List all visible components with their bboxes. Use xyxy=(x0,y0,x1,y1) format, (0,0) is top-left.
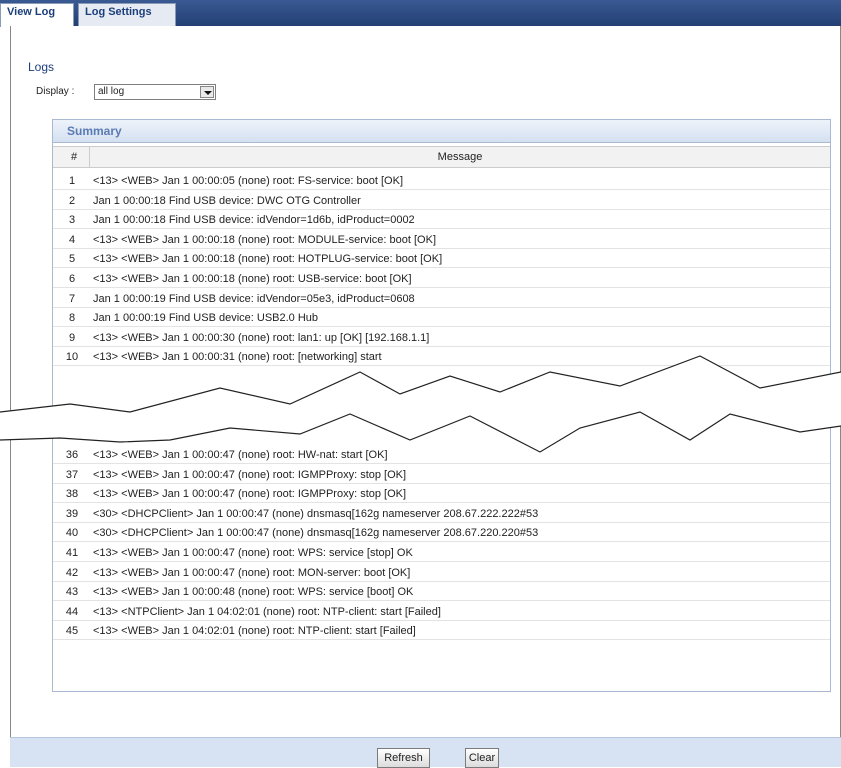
column-header-message: Message xyxy=(89,147,830,167)
row-number: 6 xyxy=(68,273,76,285)
table-row: 10 <13> <WEB> Jan 1 00:00:31 (none) root:… xyxy=(53,348,830,367)
row-message: <13> <WEB> Jan 1 00:00:47 (none) root: W… xyxy=(93,547,413,559)
row-number: 42 xyxy=(65,566,79,579)
row-number: 7 xyxy=(68,292,76,305)
table-row: 8 Jan 1 00:00:19 Find USB device: USB2.0 … xyxy=(53,309,830,328)
row-number: 43 xyxy=(65,586,79,599)
row-message: Jan 1 00:00:19 Find USB device: idVendor… xyxy=(93,292,415,305)
table-row: 7 Jan 1 00:00:19 Find USB device: idVendo… xyxy=(53,290,830,308)
column-header-number: # xyxy=(70,151,78,163)
table-row: 44 <13> <NTPClient> Jan 1 04:02:01 (none)… xyxy=(53,603,830,621)
row-number: 40 xyxy=(65,527,79,540)
row-message: <13> <WEB> Jan 1 00:00:18 (none) root: M… xyxy=(93,233,437,246)
row-message: <30> <DHCPClient> Jan 1 00:00:47 (none) … xyxy=(93,527,539,540)
row-message: <13> <WEB> Jan 1 00:00:18 (none) root: H… xyxy=(93,253,443,266)
row-message: Jan 1 00:00:19 Find USB device: USB2.0 H… xyxy=(93,312,319,325)
clear-button[interactable]: Clear xyxy=(465,748,499,768)
table-row: 38 <13> <WEB> Jan 1 00:00:47 (none) root:… xyxy=(53,485,830,504)
row-number: 8 xyxy=(68,312,76,325)
row-message: <13> <WEB> Jan 1 00:00:31 (none) root: [… xyxy=(93,351,382,364)
row-number: 39 xyxy=(65,507,79,520)
table-row: 36 <13> <WEB> Jan 1 00:00:47 (none) root:… xyxy=(53,446,830,464)
table-row: 41 <13> <WEB> Jan 1 00:00:47 (none) root:… xyxy=(53,544,830,562)
table-header: # Message xyxy=(53,146,830,168)
row-message: <13> <WEB> Jan 1 00:00:47 (none) root: I… xyxy=(93,468,407,481)
row-message: <13> <WEB> Jan 1 00:00:18 (none) root: U… xyxy=(93,273,412,285)
row-number: 9 xyxy=(68,331,76,344)
table-row: 6 <13> <WEB> Jan 1 00:00:18 (none) root: … xyxy=(53,270,830,288)
table-row: 45 <13> <WEB> Jan 1 04:02:01 (none) root:… xyxy=(53,622,830,641)
row-message: <13> <WEB> Jan 1 00:00:47 (none) root: M… xyxy=(93,566,411,579)
table-row: 37 <13> <WEB> Jan 1 00:00:47 (none) root:… xyxy=(53,466,830,484)
table-row: 42 <13> <WEB> Jan 1 00:00:47 (none) root:… xyxy=(53,564,830,582)
row-message: <13> <WEB> Jan 1 00:00:47 (none) root: H… xyxy=(93,449,388,461)
tab-view-log[interactable]: View Log xyxy=(0,3,74,27)
row-number: 36 xyxy=(65,449,79,461)
table-row: 39 <30> <DHCPClient> Jan 1 00:00:47 (none… xyxy=(53,505,830,523)
table-row: 40 <30> <DHCPClient> Jan 1 00:00:47 (none… xyxy=(53,524,830,543)
display-label: Display : xyxy=(36,86,75,97)
page-title: Logs xyxy=(28,60,55,74)
row-message: <13> <NTPClient> Jan 1 04:02:01 (none) r… xyxy=(93,605,441,618)
summary-title: Summary xyxy=(67,124,122,138)
row-message: <30> <DHCPClient> Jan 1 00:00:47 (none) … xyxy=(93,507,539,520)
row-number: 2 xyxy=(68,194,76,207)
row-message: <13> <WEB> Jan 1 04:02:01 (none) root: N… xyxy=(93,625,416,638)
row-message: Jan 1 00:00:18 Find USB device: idVendor… xyxy=(93,214,415,227)
table-row: 3 Jan 1 00:00:18 Find USB device: idVendo… xyxy=(53,211,830,230)
summary-header: Summary xyxy=(53,120,830,143)
summary-panel: Summary # Message 1 <13> <WEB> Jan 1 00:0… xyxy=(52,119,831,692)
tab-log-settings[interactable]: Log Settings xyxy=(78,3,176,26)
table-row: 43 <13> <WEB> Jan 1 00:00:48 (none) root:… xyxy=(53,583,830,602)
row-number: 1 xyxy=(68,175,76,187)
table-row: 2 Jan 1 00:00:18 Find USB device: DWC OTG… xyxy=(53,192,830,210)
row-message: <13> <WEB> Jan 1 00:00:05 (none) root: F… xyxy=(93,175,404,187)
row-number: 37 xyxy=(65,468,79,481)
row-message: <13> <WEB> Jan 1 00:00:47 (none) root: I… xyxy=(93,488,407,501)
table-row: 1 <13> <WEB> Jan 1 00:00:05 (none) root: … xyxy=(53,172,830,190)
display-select-value: all log xyxy=(98,86,125,97)
row-message: <13> <WEB> Jan 1 00:00:48 (none) root: W… xyxy=(93,586,414,599)
row-number: 44 xyxy=(65,605,79,618)
row-number: 10 xyxy=(65,351,79,364)
display-select[interactable]: all log xyxy=(94,84,216,100)
row-number: 38 xyxy=(65,488,79,501)
refresh-button[interactable]: Refresh xyxy=(377,748,430,768)
table-row: 4 <13> <WEB> Jan 1 00:00:18 (none) root: … xyxy=(53,231,830,249)
row-message: Jan 1 00:00:18 Find USB device: DWC OTG … xyxy=(93,194,361,207)
row-number: 45 xyxy=(65,625,79,638)
table-row: 5 <13> <WEB> Jan 1 00:00:18 (none) root: … xyxy=(53,250,830,269)
table-row: 9 <13> <WEB> Jan 1 00:00:30 (none) root: … xyxy=(53,329,830,347)
row-number: 41 xyxy=(65,547,79,559)
row-number: 4 xyxy=(68,233,76,246)
chevron-down-icon[interactable] xyxy=(200,86,214,98)
row-number: 5 xyxy=(68,253,76,266)
row-message: <13> <WEB> Jan 1 00:00:30 (none) root: l… xyxy=(93,331,430,344)
row-number: 3 xyxy=(68,214,76,227)
